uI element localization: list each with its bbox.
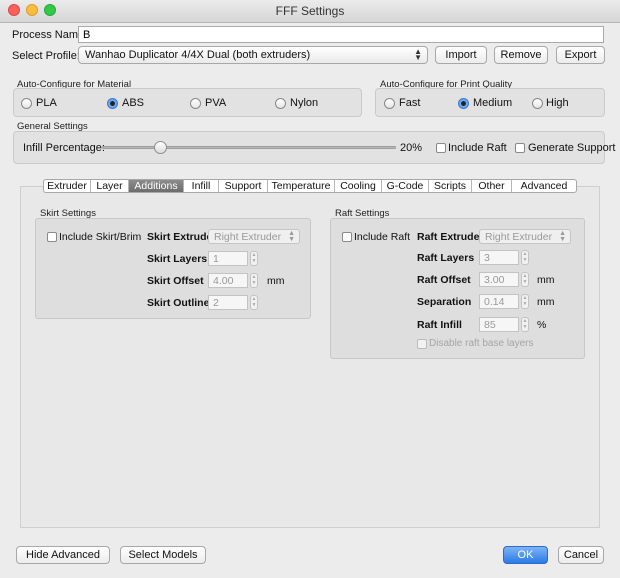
infill-percentage-label: Infill Percentage: (23, 142, 105, 154)
select-arrows-icon: ▲ ▼ (559, 230, 566, 243)
raft-group: Include Raft Raft Extruder Right Extrude… (330, 218, 585, 359)
disable-raft-base-label: Disable raft base layers (429, 338, 534, 349)
raft-extruder-label: Raft Extruder (417, 231, 484, 243)
tab-gcode[interactable]: G-Code (382, 180, 429, 192)
infill-slider-thumb[interactable] (154, 141, 168, 154)
radio-nylon-label: Nylon (290, 97, 319, 109)
raft-offset-input[interactable]: 3.00 (479, 272, 519, 287)
radio-pva-label: PVA (205, 97, 227, 109)
raft-offset-stepper[interactable]: ▲ ▼ (521, 272, 529, 287)
tab-support[interactable]: Support (219, 180, 268, 192)
profile-select-value: Wanhao Duplicator 4/4X Dual (both extrud… (85, 49, 311, 61)
skirt-group: Include Skirt/Brim Skirt Extruder Right … (35, 218, 311, 319)
separation-label: Separation (417, 296, 472, 308)
tab-layer[interactable]: Layer (91, 180, 129, 192)
skirt-layers-stepper[interactable]: ▲ ▼ (250, 251, 258, 266)
raft-include-label: Include Raft (354, 231, 411, 243)
radio-pva[interactable] (190, 98, 201, 109)
radio-high-label: High (546, 97, 569, 109)
radio-high[interactable] (532, 98, 543, 109)
process-name-input[interactable] (78, 26, 604, 43)
separation-input[interactable]: 0.14 (479, 294, 519, 309)
tab-infill[interactable]: Infill (184, 180, 219, 192)
hide-advanced-button[interactable]: Hide Advanced (16, 546, 110, 564)
import-button[interactable]: Import (435, 46, 487, 64)
select-models-button[interactable]: Select Models (120, 546, 206, 564)
radio-fast[interactable] (384, 98, 395, 109)
select-arrows-icon: ▲ ▼ (414, 47, 422, 62)
skirt-layers-label: Skirt Layers (147, 253, 208, 265)
skirt-offset-stepper[interactable]: ▲ ▼ (250, 273, 258, 288)
raft-extruder-select[interactable]: Right Extruder ▲ ▼ (479, 229, 571, 244)
separation-unit: mm (537, 296, 555, 308)
tab-temperature[interactable]: Temperature (268, 180, 335, 192)
skirt-layers-input[interactable]: 1 (208, 251, 248, 266)
include-raft-checkbox[interactable] (436, 143, 446, 153)
tab-scripts[interactable]: Scripts (429, 180, 472, 192)
raft-extruder-value: Right Extruder (485, 231, 553, 243)
quality-group: Fast Medium High (375, 88, 605, 117)
tab-additions[interactable]: Additions (129, 180, 184, 192)
radio-medium-label: Medium (473, 97, 513, 109)
raft-infill-input[interactable]: 85 (479, 317, 519, 332)
infill-percentage-value: 20% (400, 142, 423, 154)
radio-pla-label: PLA (36, 97, 57, 109)
include-skirt-label: Include Skirt/Brim (59, 231, 142, 243)
raft-layers-label: Raft Layers (417, 252, 475, 264)
include-raft-label: Include Raft (448, 142, 507, 154)
raft-offset-unit: mm (537, 274, 555, 286)
tab-other[interactable]: Other (472, 180, 512, 192)
separation-stepper[interactable]: ▲ ▼ (521, 294, 529, 309)
ok-button[interactable]: OK (503, 546, 548, 564)
raft-infill-stepper[interactable]: ▲ ▼ (521, 317, 529, 332)
select-profile-label: Select Profile: (12, 50, 80, 62)
export-button[interactable]: Export (556, 46, 605, 64)
general-group: Infill Percentage: 20% Include Raft Gene… (13, 131, 615, 164)
process-name-label: Process Name: (12, 29, 88, 41)
skirt-outlines-label: Skirt Outlines (147, 297, 216, 309)
tab-extruder[interactable]: Extruder (44, 180, 91, 192)
raft-include-checkbox[interactable] (342, 232, 352, 242)
generate-support-checkbox[interactable] (515, 143, 525, 153)
skirt-outlines-stepper[interactable]: ▲ ▼ (250, 295, 258, 310)
raft-infill-label: Raft Infill (417, 319, 462, 331)
window-title: FFF Settings (275, 4, 345, 18)
profile-select[interactable]: Wanhao Duplicator 4/4X Dual (both extrud… (78, 46, 428, 64)
select-arrows-icon: ▲ ▼ (288, 230, 295, 243)
skirt-offset-unit: mm (267, 275, 285, 287)
radio-medium[interactable] (458, 98, 469, 109)
raft-layers-stepper[interactable]: ▲ ▼ (521, 250, 529, 265)
radio-abs-label: ABS (122, 97, 145, 109)
skirt-offset-label: Skirt Offset (147, 275, 204, 287)
radio-pla[interactable] (21, 98, 32, 109)
radio-fast-label: Fast (399, 97, 421, 109)
include-skirt-checkbox[interactable] (47, 232, 57, 242)
tab-advanced[interactable]: Advanced (512, 180, 576, 192)
skirt-extruder-select[interactable]: Right Extruder ▲ ▼ (208, 229, 300, 244)
cancel-button[interactable]: Cancel (558, 546, 604, 564)
material-group: PLA ABS PVA Nylon (13, 88, 362, 117)
skirt-offset-input[interactable]: 4.00 (208, 273, 248, 288)
radio-abs[interactable] (107, 98, 118, 109)
radio-nylon[interactable] (275, 98, 286, 109)
raft-offset-label: Raft Offset (417, 274, 471, 286)
disable-raft-base-checkbox[interactable] (417, 339, 427, 349)
tab-cooling[interactable]: Cooling (335, 180, 382, 192)
raft-infill-unit: % (537, 319, 547, 331)
remove-button[interactable]: Remove (494, 46, 548, 64)
skirt-extruder-value: Right Extruder (214, 231, 282, 243)
skirt-extruder-label: Skirt Extruder (147, 231, 217, 243)
infill-slider-track[interactable] (102, 146, 396, 149)
generate-support-label: Generate Support (528, 142, 616, 154)
raft-layers-input[interactable]: 3 (479, 250, 519, 265)
settings-tabbar: Extruder Layer Additions Infill Support … (43, 179, 577, 193)
skirt-outlines-input[interactable]: 2 (208, 295, 248, 310)
